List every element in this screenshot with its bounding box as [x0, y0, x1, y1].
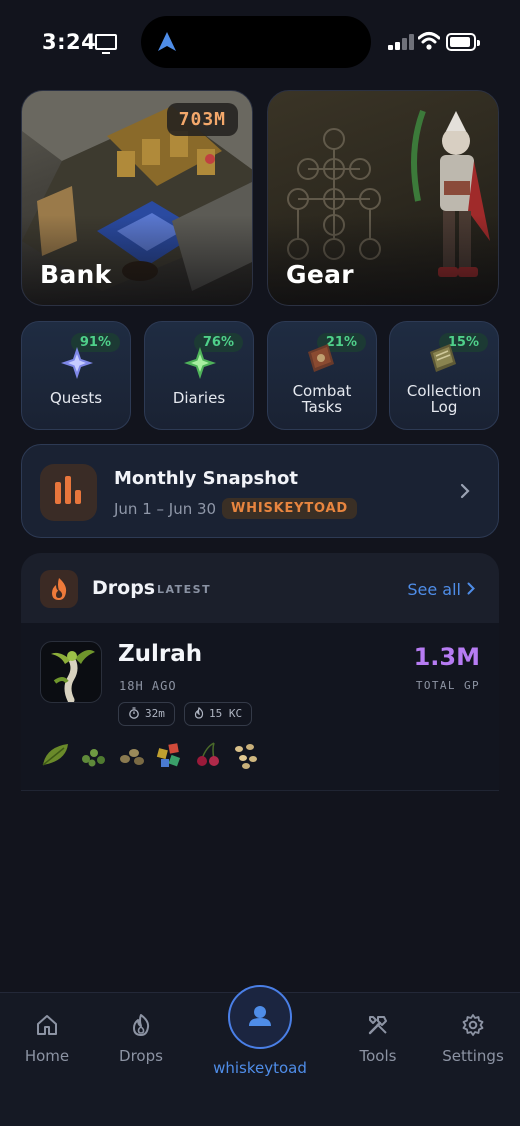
profile-icon: [228, 985, 292, 1049]
gear-card[interactable]: Gear: [267, 90, 499, 306]
gear-icon: [462, 1014, 484, 1036]
tab-drops[interactable]: Drops: [94, 1011, 188, 1071]
snapshot-title: Monthly Snapshot: [114, 468, 298, 489]
collection-log-tile[interactable]: 15% Collection Log: [389, 321, 499, 430]
snapshot-account-badge: WHISKEYTOAD: [222, 498, 358, 519]
nuts-item-icon: [120, 749, 144, 765]
tools-icon: [368, 1016, 387, 1035]
seeds-item-icon: [82, 749, 105, 767]
tab-drops-label: Drops: [119, 1047, 163, 1065]
tab-settings[interactable]: Settings: [426, 1011, 520, 1071]
flame-icon: [133, 1014, 150, 1036]
wifi-icon: [418, 32, 440, 50]
divider: [21, 790, 499, 791]
combat-book-icon: [308, 344, 334, 372]
status-bar: 3:24: [0, 0, 520, 84]
bank-value-badge: 703M: [166, 103, 238, 136]
stopwatch-icon: [129, 707, 139, 719]
cherries-item-icon: [197, 742, 219, 766]
diaries-label: Diaries: [172, 389, 226, 407]
flame-icon: [194, 707, 204, 719]
screen-mirroring-icon: [95, 34, 117, 54]
combat-tasks-tile[interactable]: 21% Combat Tasks: [267, 321, 377, 430]
bank-card[interactable]: 703M Bank: [21, 90, 253, 306]
drop-time-ago: 18H AGO: [119, 679, 177, 693]
bank-card-title: Bank: [40, 260, 112, 289]
tab-bar: Home Drops whiskeytoad Tools Settings: [0, 985, 520, 1126]
tab-home-label: Home: [24, 1047, 70, 1065]
drop-row-zulrah[interactable]: Zulrah 18H AGO 32m 15 KC 1.3M TOTAL GP: [21, 623, 499, 790]
scales-item-icon: [156, 743, 181, 767]
battery-icon: [446, 33, 480, 51]
flame-icon: [40, 570, 78, 608]
quests-label: Quests: [49, 389, 103, 407]
tab-profile-label: whiskeytoad: [213, 1059, 307, 1077]
tab-profile[interactable]: whiskeytoad: [210, 985, 310, 1077]
kill-count-chip: 15 KC: [184, 702, 253, 726]
home-icon: [37, 1015, 57, 1035]
drops-header: Drops LATEST See all: [21, 553, 499, 623]
collection-log-label: Collection Log: [406, 382, 482, 416]
kill-duration-chip: 32m: [118, 702, 175, 726]
see-all-link[interactable]: See all: [407, 580, 461, 599]
tubers-item-icon: [235, 744, 257, 769]
total-gp-label: TOTAL GP: [415, 679, 480, 692]
quests-tile[interactable]: 91% Quests: [21, 321, 131, 430]
chevron-right-icon: [460, 483, 470, 499]
monthly-snapshot-card[interactable]: Monthly Snapshot Jun 1 – Jun 30 WHISKEYT…: [21, 444, 499, 538]
collection-log-book-icon: [430, 344, 456, 372]
cellular-signal-icon: [388, 34, 414, 50]
drops-title: Drops: [92, 577, 156, 599]
tab-settings-label: Settings: [442, 1047, 504, 1065]
diaries-tile[interactable]: 76% Diaries: [144, 321, 254, 430]
chevron-right-icon[interactable]: [467, 582, 475, 595]
drops-panel: Drops LATEST See all Zulrah 18H AGO 32m: [21, 553, 499, 790]
leaf-item-icon: [42, 744, 68, 766]
combat-tasks-label: Combat Tasks: [292, 382, 352, 416]
status-time: 3:24: [42, 30, 97, 54]
location-arrow-icon: [158, 32, 176, 51]
bar-chart-icon: [40, 464, 97, 521]
total-gp-value: 1.3M: [413, 643, 480, 671]
npc-thumbnail: [40, 641, 102, 703]
tab-tools-label: Tools: [359, 1047, 397, 1065]
tab-home[interactable]: Home: [0, 1011, 94, 1071]
diary-star-icon: [184, 347, 216, 379]
snapshot-date-range: Jun 1 – Jun 30: [114, 500, 217, 518]
tab-tools[interactable]: Tools: [331, 1011, 425, 1071]
gear-card-title: Gear: [286, 260, 354, 289]
drops-subtitle: LATEST: [157, 583, 212, 596]
quest-star-icon: [61, 347, 93, 379]
npc-name: Zulrah: [118, 641, 203, 667]
